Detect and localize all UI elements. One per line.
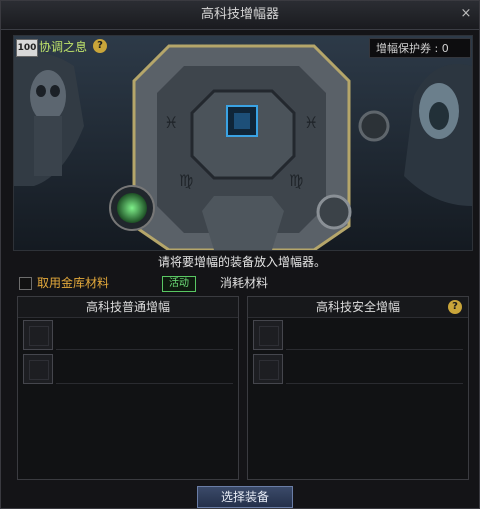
normal-amplify-title: 高科技普通增幅 [18, 297, 238, 318]
use-vault-materials-checkbox[interactable] [19, 277, 32, 290]
row-divider [286, 383, 463, 384]
window-title: 高科技增幅器 [200, 7, 279, 22]
amplifier-machine-illustration: ♓ ♓ ♍ ♍ [14, 36, 472, 250]
equipment-slot[interactable] [23, 320, 53, 350]
svg-text:♓: ♓ [164, 113, 178, 132]
options-row: 取用金库材料 活动 消耗材料 [13, 275, 471, 293]
safe-amplify-row [253, 320, 463, 350]
svg-text:♍: ♍ [289, 171, 303, 190]
use-vault-materials-label[interactable]: 取用金库材料 [37, 275, 109, 291]
close-icon[interactable]: × [459, 7, 473, 21]
material-slot[interactable] [23, 354, 53, 384]
protection-ticket-count: 增幅保护券 : 0 [369, 38, 471, 58]
event-tag: 活动 [162, 276, 196, 292]
amplifier-scene-image: ♓ ♓ ♍ ♍ [13, 35, 473, 251]
normal-amplify-row [23, 320, 233, 350]
safe-amplify-help-icon[interactable]: ? [448, 300, 462, 314]
consume-materials-label: 消耗材料 [220, 276, 269, 290]
select-equipment-button[interactable]: 选择装备 [197, 486, 293, 508]
safe-amplify-panel: 高科技安全增幅 ? [247, 296, 469, 480]
row-divider [286, 349, 463, 350]
buff-title: 协调之息 [39, 40, 88, 54]
level-badge: 100 [16, 39, 38, 57]
scene-header: 100 协调之息 ? 增幅保护券 : 0 [13, 35, 471, 61]
normal-amplify-panel: 高科技普通增幅 [17, 296, 239, 480]
svg-text:♍: ♍ [179, 171, 193, 190]
instruction-text: 请将要增幅的装备放入增幅器。 [157, 255, 326, 269]
row-divider [56, 349, 233, 350]
row-divider [56, 383, 233, 384]
help-icon[interactable]: ? [93, 39, 107, 53]
material-slot[interactable] [253, 354, 283, 384]
title-bar[interactable]: 高科技增幅器 × [1, 1, 479, 30]
normal-amplify-row [23, 354, 233, 384]
svg-text:♓: ♓ [304, 113, 318, 132]
safe-amplify-row [253, 354, 463, 384]
equipment-slot[interactable] [253, 320, 283, 350]
high-tech-amplifier-window: 高科技增幅器 × ♓ ♓ ♍ ♍ 100 协调之息 ? 增幅保护券: 0 请将… [0, 0, 480, 509]
safe-amplify-title: 高科技安全增幅 [248, 297, 468, 318]
